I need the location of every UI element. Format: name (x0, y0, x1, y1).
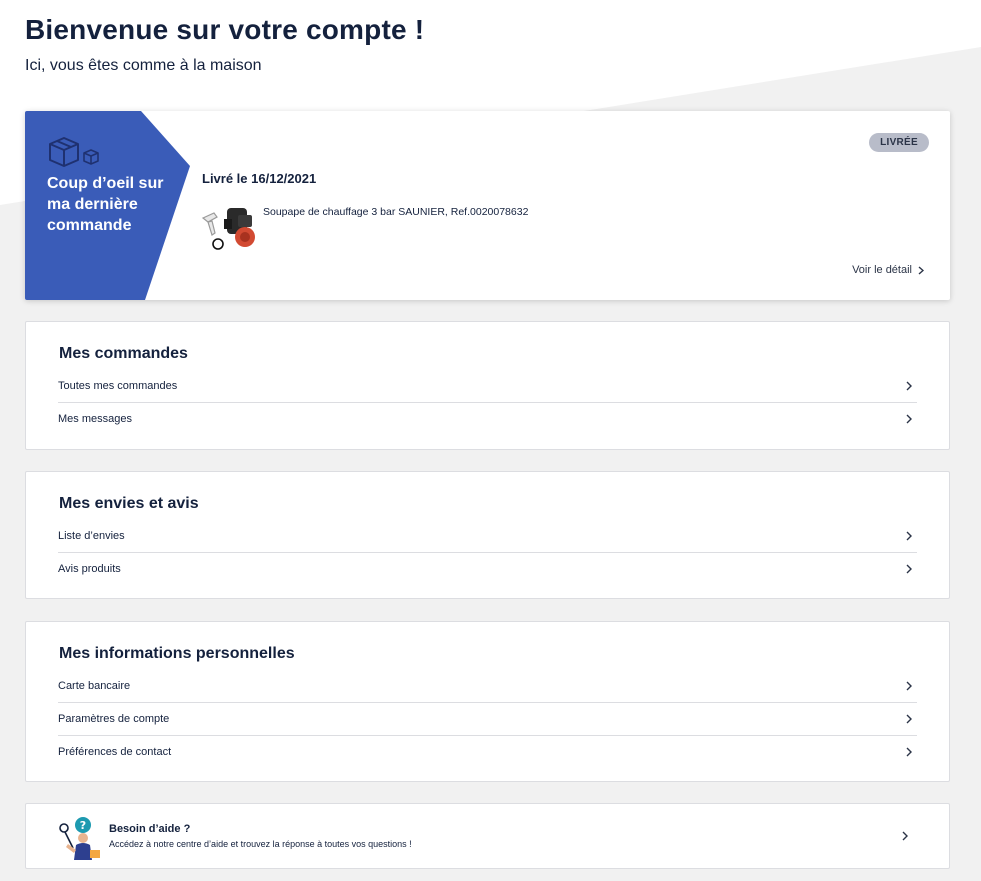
delivery-date: Livré le 16/12/2021 (202, 171, 317, 186)
bank-card-label: Carte bancaire (58, 679, 131, 692)
product-reviews-link[interactable]: Avis produits (58, 552, 917, 585)
chevron-right-icon (902, 831, 908, 841)
chevron-right-icon (918, 265, 924, 275)
wishlist-link[interactable]: Liste d’envies (58, 519, 917, 552)
bank-card-link[interactable]: Carte bancaire (58, 669, 917, 702)
all-orders-label: Toutes mes commandes (58, 379, 178, 392)
help-description: Accédez à notre centre d’aide et trouvez… (109, 839, 412, 849)
svg-text:?: ? (80, 819, 86, 832)
wishlist-label: Liste d’envies (58, 529, 125, 542)
last-order-card: Coup d’oeil sur ma dernière commande LIV… (25, 111, 950, 300)
wishlist-section-title: Mes envies et avis (59, 495, 199, 512)
orders-list: Toutes mes commandes Mes messages (58, 369, 917, 435)
product-name[interactable]: Soupape de chauffage 3 bar SAUNIER, Ref.… (263, 206, 528, 218)
status-badge: LIVRÉE (869, 133, 929, 152)
chevron-right-icon (906, 681, 912, 690)
see-detail-label: Voir le détail (852, 264, 912, 276)
box-icon (48, 136, 102, 173)
orders-section: Mes commandes Toutes mes commandes Mes m… (25, 321, 950, 450)
orders-section-title: Mes commandes (59, 345, 188, 362)
chevron-right-icon (906, 531, 912, 540)
product-image[interactable] (200, 205, 258, 251)
last-order-banner: Coup d’oeil sur ma dernière commande (25, 111, 195, 300)
small-box-icon (83, 149, 99, 165)
help-title: Besoin d’aide ? (109, 823, 191, 835)
account-settings-link[interactable]: Paramètres de compte (58, 702, 917, 735)
page-title: Bienvenue sur votre compte ! (25, 14, 425, 45)
personal-info-section-title: Mes informations personnelles (59, 645, 295, 662)
page-subtitle: Ici, vous êtes comme à la maison (25, 57, 262, 74)
wishlist-section: Mes envies et avis Liste d’envies Avis p… (25, 471, 950, 599)
personal-info-list: Carte bancaire Paramètres de compte Préf… (58, 669, 917, 768)
chevron-right-icon (906, 381, 912, 390)
last-order-banner-label: Coup d’oeil sur ma dernière commande (47, 175, 164, 234)
chevron-right-icon (906, 414, 912, 424)
help-center-card[interactable]: ? Besoin d’aide ? Accédez à notre centre… (25, 803, 950, 869)
help-character-icon: ? (59, 817, 100, 860)
contact-preferences-label: Préférences de contact (58, 746, 172, 758)
wishlist-list: Liste d’envies Avis produits (58, 519, 917, 585)
see-detail-link[interactable]: Voir le détail (852, 264, 924, 276)
messages-link[interactable]: Mes messages (58, 402, 917, 435)
chevron-right-icon (906, 564, 912, 574)
chevron-right-icon (906, 747, 912, 757)
account-settings-label: Paramètres de compte (58, 713, 170, 725)
all-orders-link[interactable]: Toutes mes commandes (58, 369, 917, 402)
chevron-right-icon (906, 714, 912, 724)
product-reviews-label: Avis produits (58, 563, 121, 575)
messages-label: Mes messages (58, 413, 132, 425)
contact-preferences-link[interactable]: Préférences de contact (58, 735, 917, 768)
personal-info-section: Mes informations personnelles Carte banc… (25, 621, 950, 782)
